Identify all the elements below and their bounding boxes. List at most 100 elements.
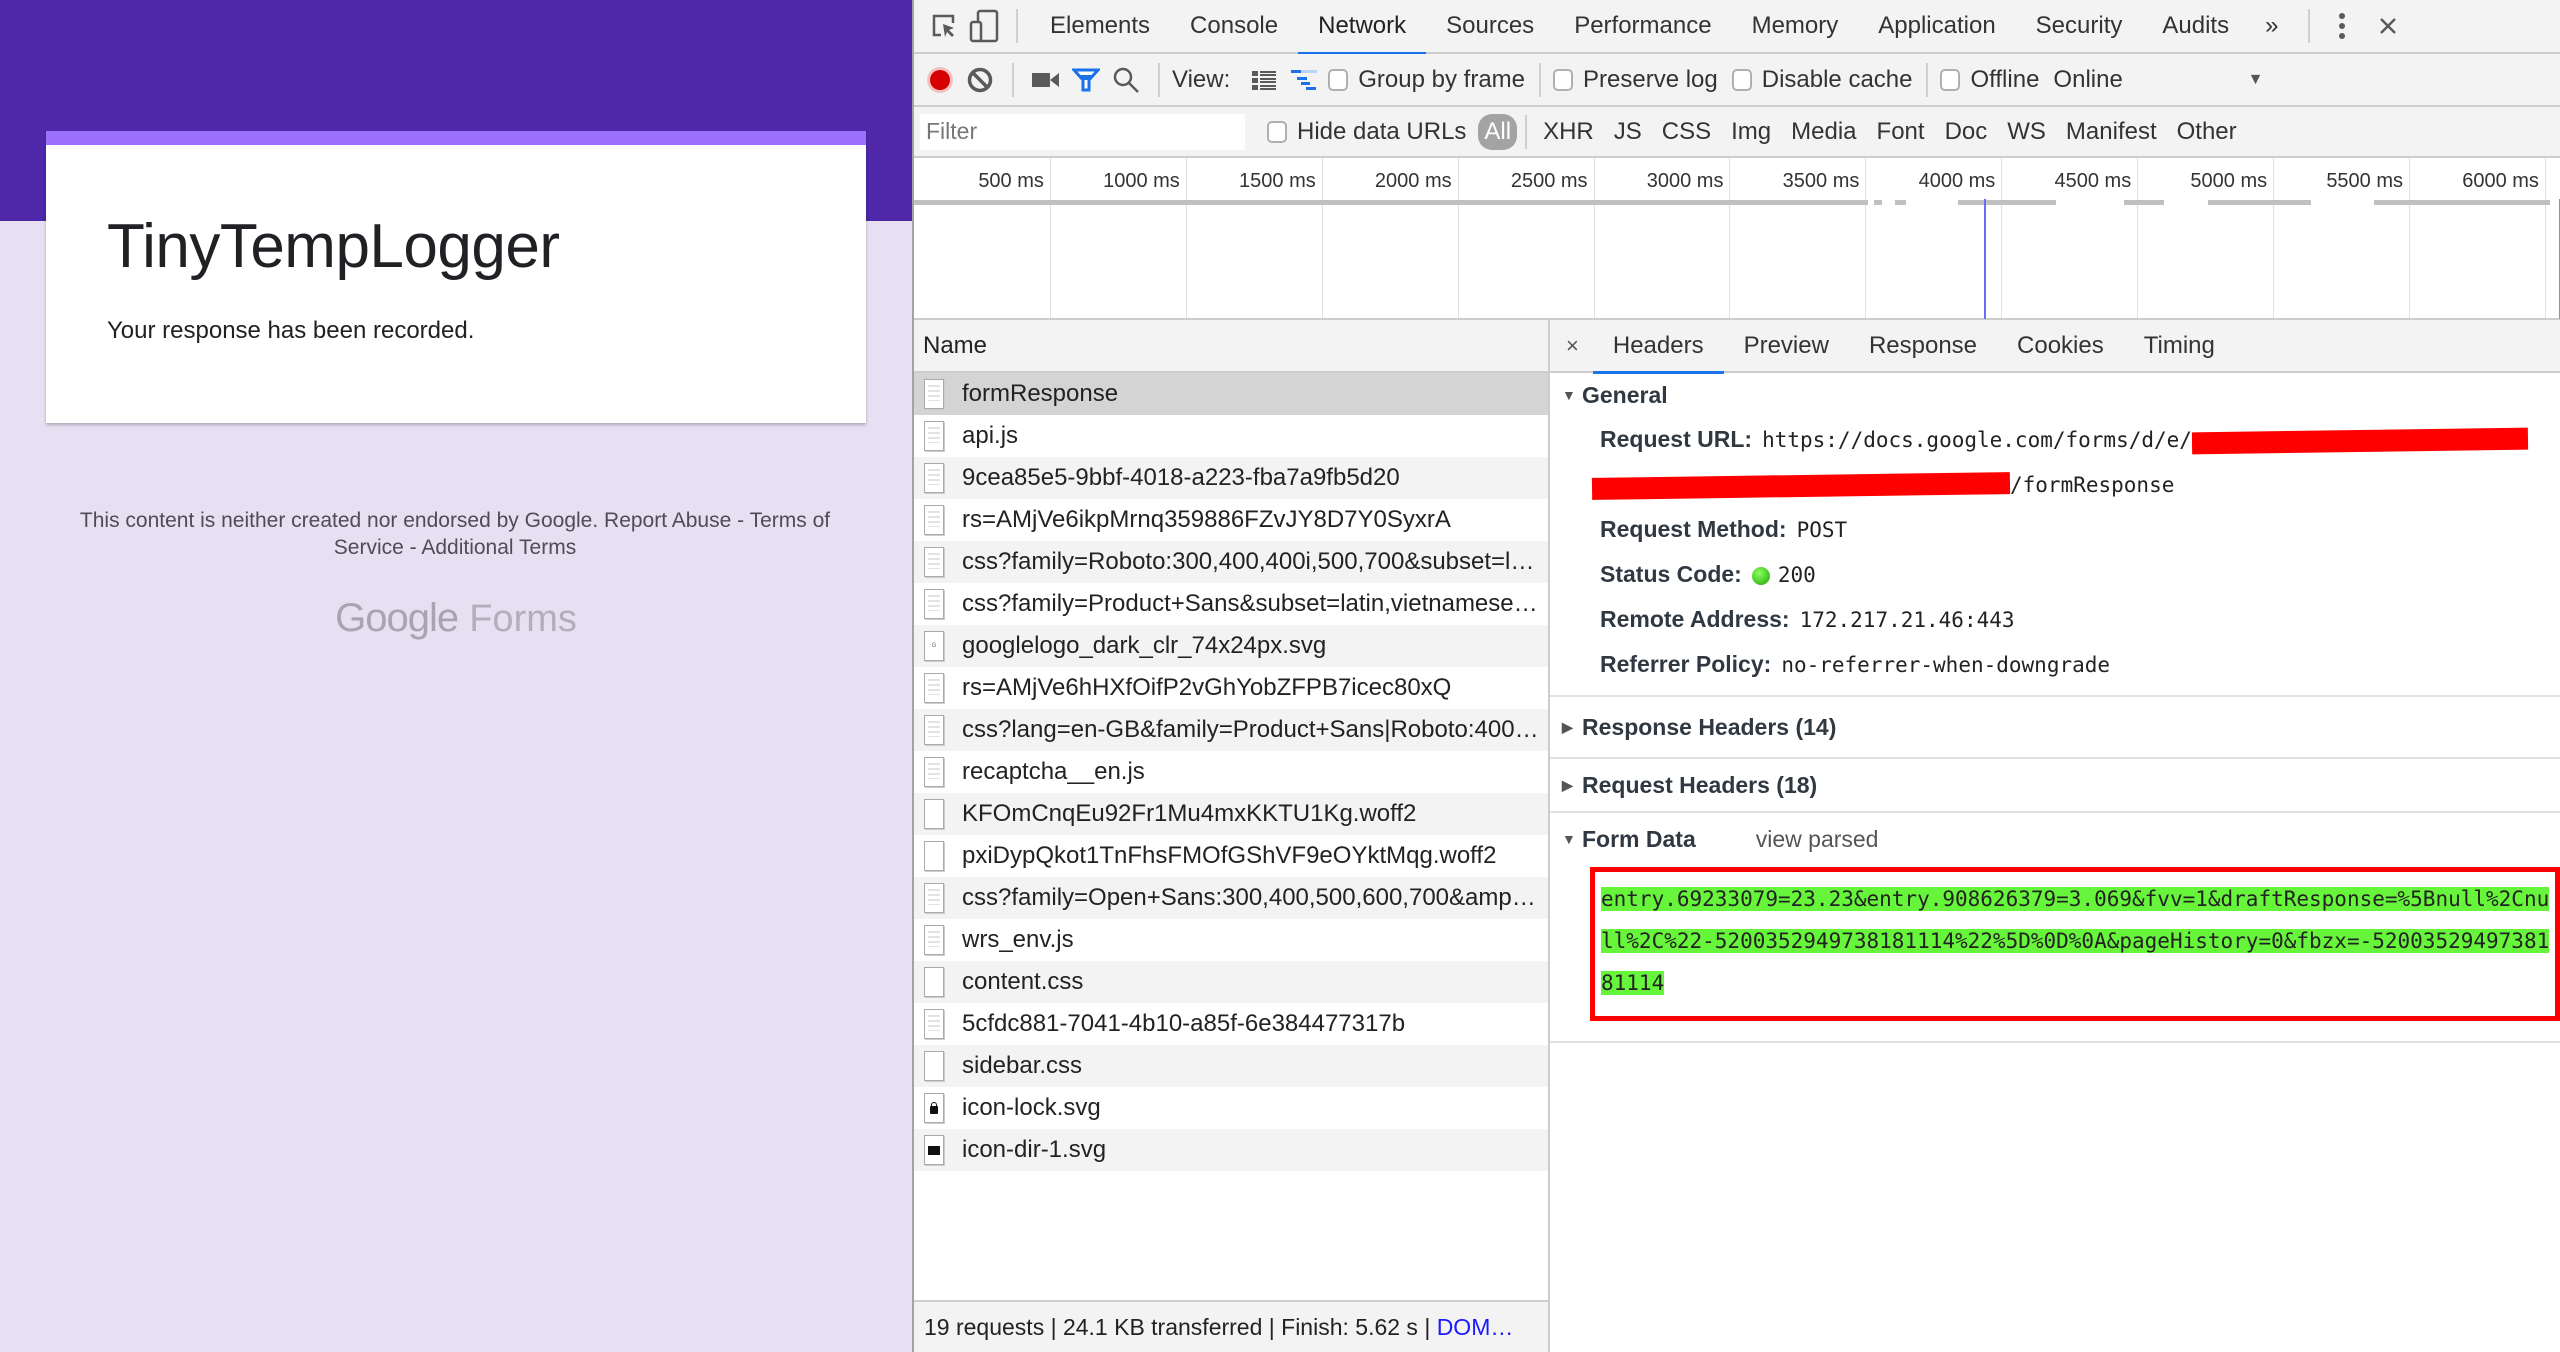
request-row[interactable]: 9cea85e5-9bbf-4018-a223-fba7a9fb5d20 xyxy=(914,457,1548,499)
request-row[interactable]: api.js xyxy=(914,415,1548,457)
request-name: KFOmCnqEu92Fr1Mu4mxKKTU1Kg.woff2 xyxy=(962,800,1417,827)
response-headers-toggle[interactable]: ▶ Response Headers (14) xyxy=(1550,705,2560,749)
timeline-gridline xyxy=(2409,158,2411,318)
detail-tab-preview[interactable]: Preview xyxy=(1724,319,1849,372)
request-row[interactable]: rs=AMjVe6ikpMrnq359886FZvJY8D7Y0SyxrA xyxy=(914,499,1548,541)
timeline-request-bar xyxy=(2123,200,2165,205)
tab-elements[interactable]: Elements xyxy=(1030,0,1170,53)
tab-security[interactable]: Security xyxy=(2016,0,2143,53)
request-detail-pane: × Headers Preview Response Cookies Timing ▼ G… xyxy=(1550,320,2560,1352)
checkbox-box[interactable] xyxy=(1267,120,1287,143)
tab-performance[interactable]: Performance xyxy=(1554,0,1731,53)
request-list: Name formResponse api.js 9cea85e5-9bbf-401… xyxy=(914,320,1550,1300)
waterfall-overview-icon[interactable] xyxy=(1284,60,1324,100)
type-filter-xhr[interactable]: XHR xyxy=(1533,118,1604,146)
brand-google: Google xyxy=(335,596,459,640)
checkbox-box[interactable] xyxy=(1553,68,1573,91)
group-by-frame-checkbox[interactable]: Group by frame xyxy=(1328,66,1525,94)
detail-tab-response[interactable]: Response xyxy=(1849,319,1997,372)
request-row[interactable]: formResponse xyxy=(914,373,1548,415)
request-row[interactable]: rs=AMjVe6hHXfOifP2vGhYobZFPB7icec80xQ xyxy=(914,667,1548,709)
tab-audits[interactable]: Audits xyxy=(2142,0,2249,53)
request-row[interactable]: Ggooglelogo_dark_clr_74x24px.svg xyxy=(914,625,1548,667)
type-filter-js[interactable]: JS xyxy=(1604,118,1652,146)
request-row[interactable]: css?family=Product+Sans&subset=latin,vie… xyxy=(914,583,1548,625)
triangle-right-icon: ▶ xyxy=(1562,718,1573,735)
document-icon xyxy=(924,505,944,535)
request-row[interactable]: icon-lock.svg xyxy=(914,1087,1548,1129)
request-row[interactable]: recaptcha__en.js xyxy=(914,751,1548,793)
request-row[interactable]: css?family=Roboto:300,400,400i,500,700&s… xyxy=(914,541,1548,583)
general-section-toggle[interactable]: ▼ General xyxy=(1550,373,2560,417)
more-tabs-icon[interactable]: » xyxy=(2249,0,2294,53)
view-parsed-link[interactable]: view parsed xyxy=(1756,826,1879,853)
folder-icon xyxy=(924,1135,944,1165)
type-filter-all[interactable]: All xyxy=(1478,113,1518,150)
detail-tab-cookies[interactable]: Cookies xyxy=(1997,319,2124,372)
search-icon[interactable] xyxy=(1106,60,1146,100)
dom-content-loaded-marker xyxy=(1983,199,1986,319)
tab-sources[interactable]: Sources xyxy=(1426,0,1554,53)
close-devtools-icon[interactable] xyxy=(2368,6,2408,46)
preserve-log-checkbox[interactable]: Preserve log xyxy=(1553,66,1718,94)
kebab-menu-icon[interactable] xyxy=(2322,6,2362,46)
device-toolbar-icon[interactable] xyxy=(964,6,1004,46)
filter-icon[interactable] xyxy=(1066,60,1106,100)
record-icon[interactable] xyxy=(920,60,960,100)
type-filter-media[interactable]: Media xyxy=(1781,118,1866,146)
timeline-gridline xyxy=(2273,158,2275,318)
timeline-overview[interactable]: 500 ms 1000 ms 1500 ms 2000 ms 2500 ms 3000 m… xyxy=(914,158,2560,320)
divider xyxy=(1012,62,1014,97)
confirmation-message: Your response has been recorded. xyxy=(107,317,475,344)
checkbox-box[interactable] xyxy=(1731,68,1752,91)
detail-tab-headers[interactable]: Headers xyxy=(1592,319,1724,374)
request-headers-toggle[interactable]: ▶ Request Headers (18) xyxy=(1550,763,2560,807)
large-request-rows-icon[interactable] xyxy=(1244,60,1284,100)
offline-checkbox[interactable]: Offline xyxy=(1940,66,2039,94)
type-filter-manifest[interactable]: Manifest xyxy=(2056,118,2167,146)
name-column-header[interactable]: Name xyxy=(914,320,1548,373)
request-method-label: Request Method: xyxy=(1600,516,1787,542)
tab-network[interactable]: Network xyxy=(1298,0,1427,55)
tab-memory[interactable]: Memory xyxy=(1732,0,1859,53)
request-row[interactable]: content.css xyxy=(914,961,1548,1003)
request-row[interactable]: 5cfdc881-7041-4b10-a85f-6e384477317b xyxy=(914,1003,1548,1045)
report-abuse-link[interactable]: Report Abuse xyxy=(604,509,731,532)
additional-terms-link[interactable]: Additional Terms xyxy=(421,536,576,559)
type-filter-doc[interactable]: Doc xyxy=(1935,118,1998,146)
throttling-select[interactable]: Online ▼ xyxy=(2053,66,2263,94)
tab-console[interactable]: Console xyxy=(1170,0,1298,53)
type-filter-css[interactable]: CSS xyxy=(1652,118,1721,146)
request-row[interactable]: css?lang=en-GB&family=Product+Sans|Robot… xyxy=(914,709,1548,751)
tab-application[interactable]: Application xyxy=(1858,0,2015,53)
type-filter-ws[interactable]: WS xyxy=(1997,118,2056,146)
checkbox-box[interactable] xyxy=(1328,68,1349,91)
form-data-toggle[interactable]: ▼ Form Data view parsed xyxy=(1550,817,2560,861)
request-row[interactable]: css?family=Open+Sans:300,400,500,600,700… xyxy=(914,877,1548,919)
request-row[interactable]: pxiDypQkot1TnFhsFMOfGShVF9eOYktMqg.woff2 xyxy=(914,835,1548,877)
hide-data-urls-checkbox[interactable]: Hide data URLs xyxy=(1267,118,1466,146)
checkbox-box[interactable] xyxy=(1940,68,1961,91)
filter-input[interactable] xyxy=(920,113,1245,150)
document-icon xyxy=(924,589,944,619)
type-filter-img[interactable]: Img xyxy=(1721,118,1781,146)
clear-icon[interactable] xyxy=(960,60,1000,100)
google-forms-logo[interactable]: Google Forms xyxy=(0,596,912,641)
disable-cache-checkbox[interactable]: Disable cache xyxy=(1731,66,1912,94)
document-icon xyxy=(924,547,944,577)
request-row[interactable]: KFOmCnqEu92Fr1Mu4mxKKTU1Kg.woff2 xyxy=(914,793,1548,835)
type-filter-other[interactable]: Other xyxy=(2167,118,2247,146)
detail-tab-timing[interactable]: Timing xyxy=(2124,319,2235,372)
request-row[interactable]: sidebar.css xyxy=(914,1045,1548,1087)
form-data-raw: entry.69233079=23.23&entry.908626379=3.0… xyxy=(1601,887,2550,995)
referrer-policy-label: Referrer Policy: xyxy=(1600,651,1772,677)
timeline-gridline xyxy=(1049,158,1051,318)
inspect-element-icon[interactable] xyxy=(924,6,964,46)
type-filter-font[interactable]: Font xyxy=(1867,118,1935,146)
capture-screenshots-icon[interactable] xyxy=(1026,60,1066,100)
request-row[interactable]: icon-dir-1.svg xyxy=(914,1129,1548,1171)
close-detail-icon[interactable]: × xyxy=(1550,333,1593,359)
dom-content-loaded-link[interactable]: DOM… xyxy=(1437,1314,1514,1341)
request-row[interactable]: wrs_env.js xyxy=(914,919,1548,961)
remote-address-row: Remote Address: 172.217.21.46:443 xyxy=(1550,597,2560,642)
